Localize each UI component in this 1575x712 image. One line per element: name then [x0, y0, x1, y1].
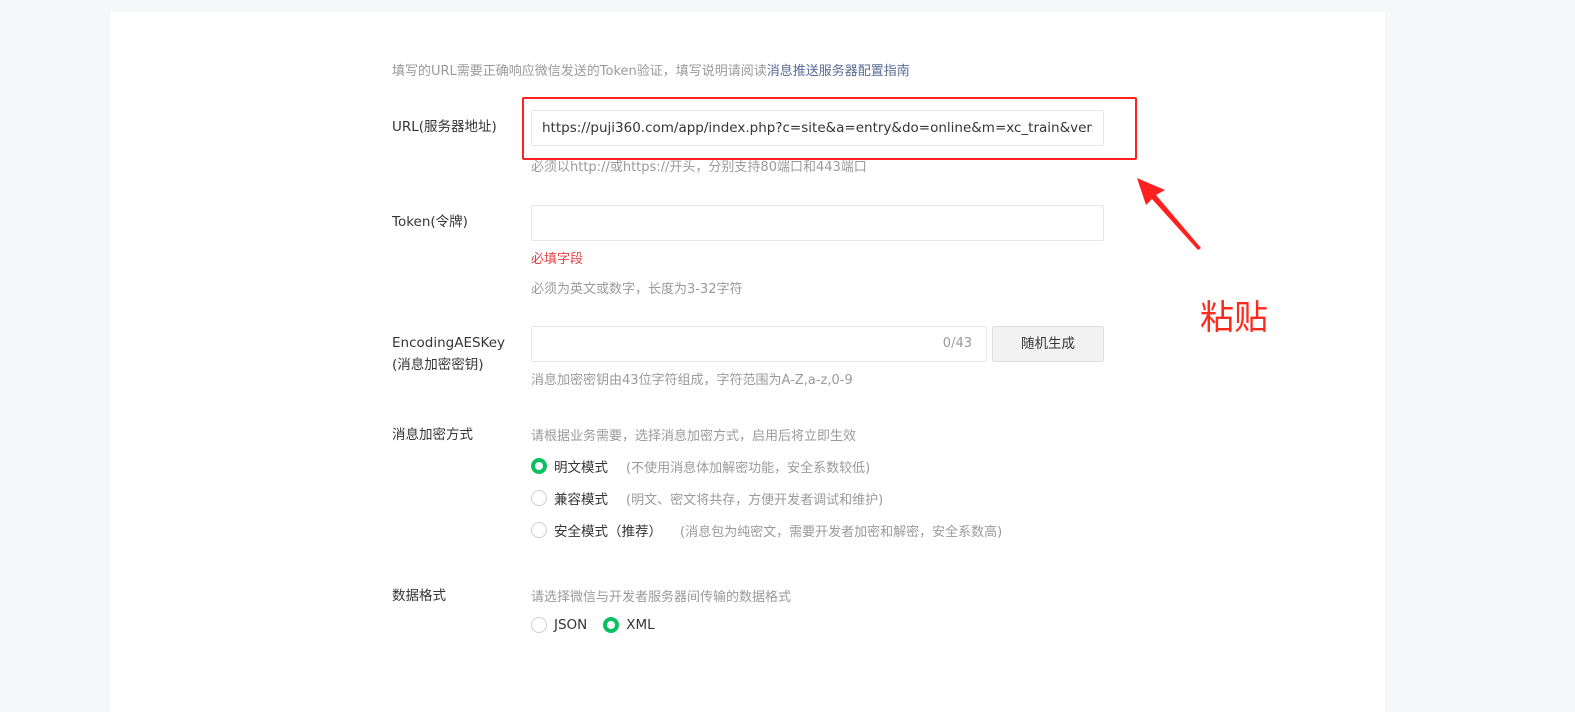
- radio-checked-icon[interactable]: [603, 617, 620, 633]
- encryption-hint: 请根据业务需要，选择消息加密方式，启用后将立即生效: [531, 429, 857, 444]
- radio-unchecked-icon[interactable]: [531, 617, 547, 633]
- option-description: (消息包为纯密文，需要开发者加密和解密，安全系数高): [680, 524, 1003, 540]
- radio-checked-icon[interactable]: [531, 458, 547, 474]
- option-label: 兼容模式: [554, 492, 608, 508]
- aes-char-counter: 0/43: [942, 336, 972, 351]
- radio-unchecked-icon[interactable]: [531, 522, 547, 538]
- encryption-option-secure[interactable]: 安全模式（推荐） (消息包为纯密文，需要开发者加密和解密，安全系数高): [531, 520, 1002, 540]
- format-hint: 请选择微信与开发者服务器间传输的数据格式: [531, 590, 792, 605]
- aes-key-input[interactable]: [540, 333, 924, 357]
- option-description: (不使用消息体加解密功能，安全系数较低): [626, 460, 871, 476]
- radio-unchecked-icon[interactable]: [531, 490, 547, 506]
- format-options: JSON XML: [531, 617, 655, 633]
- aes-key-field: 0/43: [531, 326, 987, 362]
- paste-annotation: 粘贴: [1200, 298, 1268, 338]
- url-highlight-box: [522, 97, 1137, 160]
- option-description: (明文、密文将共存，方便开发者调试和维护): [626, 492, 884, 508]
- format-option-json[interactable]: JSON: [554, 617, 587, 633]
- config-guide-link[interactable]: 消息推送服务器配置指南: [767, 64, 910, 79]
- intro-description: 填写的URL需要正确响应微信发送的Token验证，填写说明请阅读: [392, 64, 767, 79]
- aes-label-line2: (消息加密密钥): [392, 357, 484, 373]
- option-label: 安全模式（推荐）: [554, 524, 662, 540]
- token-label: Token(令牌): [392, 214, 468, 230]
- format-label: 数据格式: [392, 588, 446, 604]
- encryption-option-plain[interactable]: 明文模式 (不使用消息体加解密功能，安全系数较低): [531, 456, 870, 476]
- token-hint: 必须为英文或数字，长度为3-32字符: [531, 282, 743, 297]
- annotation-arrow-icon: [1137, 178, 1201, 250]
- intro-text: 填写的URL需要正确响应微信发送的Token验证，填写说明请阅读消息推送服务器配…: [392, 60, 910, 79]
- format-option-xml[interactable]: XML: [626, 617, 654, 633]
- token-required-error: 必填字段: [531, 252, 584, 267]
- token-input[interactable]: [531, 205, 1104, 241]
- encryption-label: 消息加密方式: [392, 427, 473, 443]
- url-label: URL(服务器地址): [392, 119, 497, 135]
- aes-hint: 消息加密密钥由43位字符组成，字符范围为A-Z,a-z,0-9: [531, 373, 853, 388]
- option-label: 明文模式: [554, 460, 608, 476]
- random-generate-button[interactable]: 随机生成: [992, 326, 1104, 362]
- aes-label-line1: EncodingAESKey: [392, 335, 506, 351]
- encryption-option-compatible[interactable]: 兼容模式 (明文、密文将共存，方便开发者调试和维护): [531, 488, 883, 508]
